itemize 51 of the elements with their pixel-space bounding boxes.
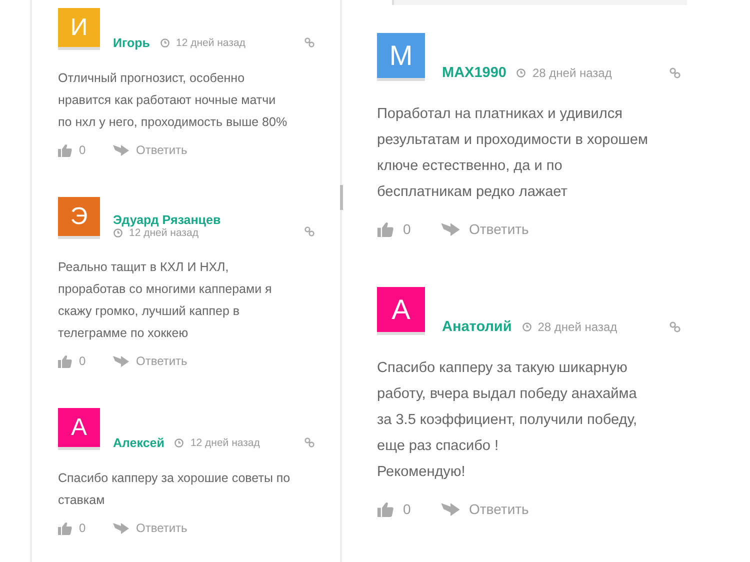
avatar: А [58, 408, 100, 450]
reply-arrow-icon[interactable] [441, 502, 460, 516]
reply-arrow-icon[interactable] [441, 222, 460, 236]
thumbs-up-icon[interactable] [377, 502, 394, 516]
comment-text: Поработал на платниках и удивился результатам и проходимости в хорошем ключе естественно, да и по бесплатникам редко лажает [377, 105, 649, 202]
avatar: Э [58, 197, 100, 239]
clock-icon [174, 438, 184, 448]
comment-time: 12 дней назад [129, 227, 198, 239]
thumbs-up-icon[interactable] [58, 522, 72, 534]
reply-link[interactable]: Ответить [136, 354, 188, 368]
like-count: 0 [403, 501, 412, 517]
thumbs-up-icon[interactable] [58, 144, 72, 156]
comment-text: Спасибо капперу за такую шикарную работу, вчера выдал победу анахайма за 3.5 коэффициент, получили победу, еще раз спасибо ! Рекомендую! [377, 359, 638, 482]
scrollbar-thumb[interactable] [340, 185, 343, 210]
reply-arrow-icon[interactable] [113, 144, 129, 156]
clock-icon [113, 228, 123, 238]
comment-time: 12 дней назад [190, 437, 260, 449]
author-name[interactable]: Анатолий [442, 319, 512, 335]
author-name[interactable]: Игорь [113, 36, 150, 50]
clock-icon [516, 68, 526, 78]
comment-text: Реально тащит в КХЛ И НХЛ, проработав со многими капперами я скажу громко, лучший каппер в телеграмме по хоккею [58, 259, 273, 342]
thumbs-up-icon[interactable] [58, 354, 72, 368]
reply-link[interactable]: Ответить [469, 501, 529, 517]
link-icon[interactable] [304, 437, 315, 448]
comment-time: 28 дней назад [538, 320, 618, 334]
author-name[interactable]: MAX1990 [442, 65, 506, 81]
comment-text: Спасибо капперу за хорошие советы по ставкам [58, 470, 292, 509]
link-icon[interactable] [669, 67, 681, 79]
clock-icon [522, 322, 532, 332]
like-count: 0 [403, 221, 412, 237]
avatar: А [377, 287, 425, 335]
avatar: M [377, 33, 425, 81]
comment-time: 12 дней назад [176, 37, 246, 49]
comment-time: 28 дней назад [532, 66, 612, 80]
like-count: 0 [79, 143, 87, 157]
reply-link[interactable]: Ответить [469, 221, 529, 237]
link-icon[interactable] [669, 321, 681, 333]
avatar: И [58, 8, 100, 50]
reply-arrow-icon[interactable] [113, 355, 129, 367]
reply-arrow-icon[interactable] [113, 522, 129, 534]
link-icon[interactable] [304, 226, 315, 237]
comment-text: Отличный прогнозист, особенно нравится как работают ночные матчи по нхл у него, проходимость выше 80% [58, 70, 288, 131]
clock-icon [160, 38, 170, 48]
thumbs-up-icon[interactable] [377, 222, 394, 236]
like-count: 0 [79, 521, 87, 535]
like-count: 0 [79, 354, 87, 368]
author-name[interactable]: Эдуард Рязанцев [113, 213, 221, 227]
reply-link[interactable]: Ответить [136, 143, 188, 157]
link-icon[interactable] [304, 37, 315, 48]
reply-link[interactable]: Ответить [136, 521, 188, 535]
author-name[interactable]: Алексей [113, 436, 164, 450]
